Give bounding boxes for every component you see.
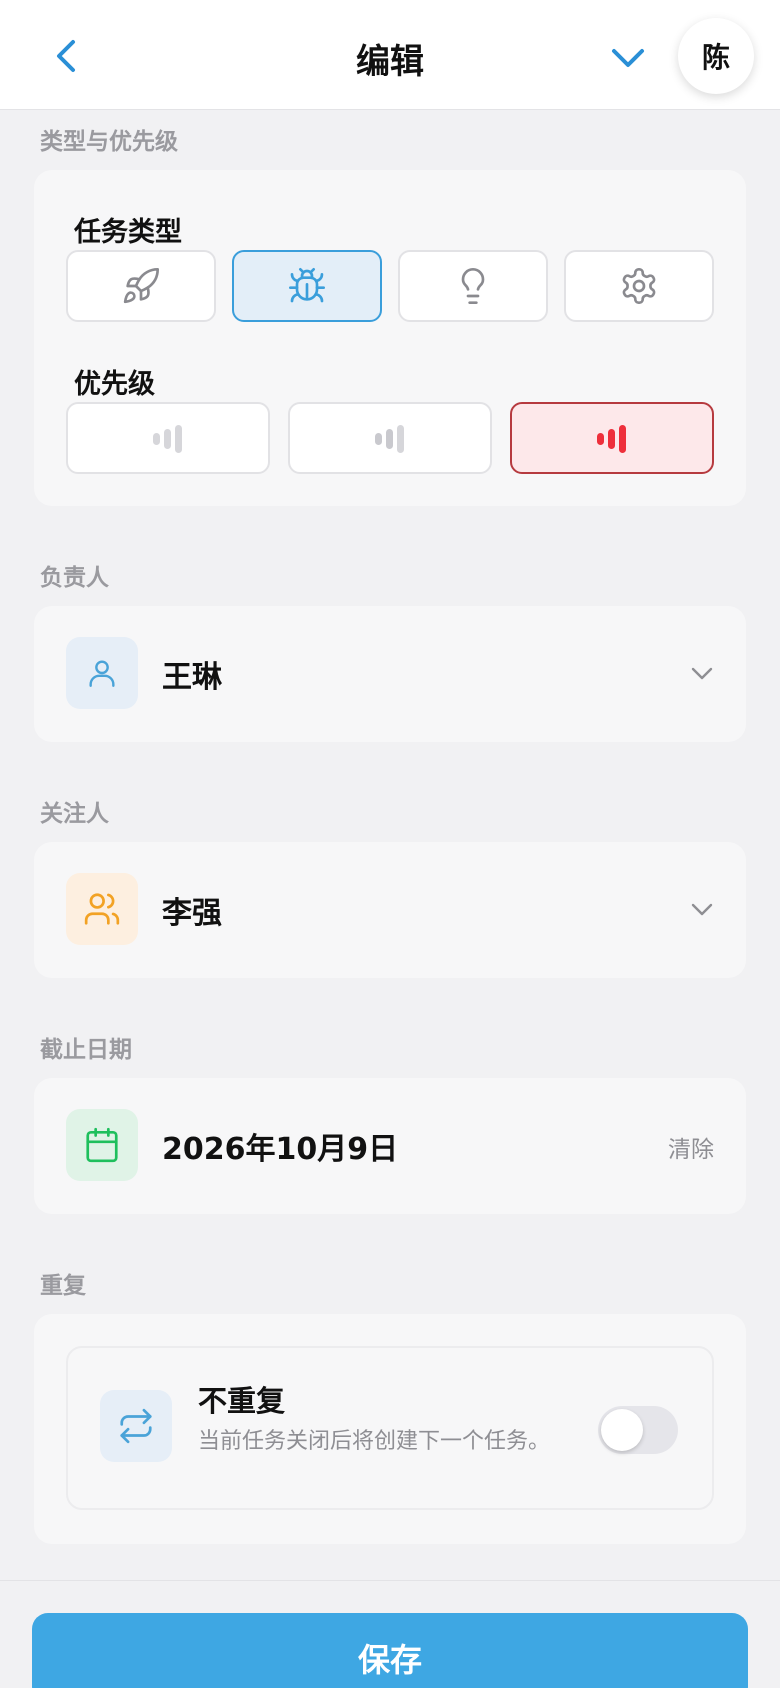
due-date-value: 2026年10月9日 [162, 1132, 399, 1167]
assignee-name: 王琳 [162, 660, 222, 695]
repeat-description: 当前任务关闭后将创建下一个任务。 [198, 1429, 551, 1454]
due-date-field[interactable]: 2026年10月9日 清除 [34, 1078, 746, 1214]
repeat-option: 不重复 当前任务关闭后将创建下一个任务。 [66, 1346, 714, 1510]
priority-low-icon [153, 425, 182, 453]
save-button[interactable]: 保存 [32, 1613, 748, 1688]
user-avatar[interactable]: 陈 [678, 18, 754, 94]
watcher-field[interactable]: 李强 [34, 842, 746, 978]
watcher-dropdown-chevron [688, 896, 716, 924]
section-label-assignee: 负责人 [40, 565, 109, 591]
user-icon [89, 660, 115, 687]
repeat-icon [120, 1408, 152, 1444]
users-icon [84, 893, 120, 925]
watcher-icon-box [66, 873, 138, 945]
section-label-watcher: 关注人 [40, 801, 109, 827]
bug-icon [289, 268, 325, 303]
priority-option-high[interactable] [510, 402, 714, 474]
task-type-option-rocket[interactable] [66, 250, 216, 322]
priority-medium-icon [375, 425, 404, 453]
task-type-label: 任务类型 [74, 217, 182, 248]
chevron-down-icon [691, 903, 713, 916]
section-label-type-priority: 类型与优先级 [40, 129, 178, 155]
priority-high-icon [597, 425, 626, 453]
gear-icon [622, 268, 656, 304]
page-title: 编辑 [356, 42, 424, 82]
repeat-icon-box [100, 1390, 172, 1462]
section-label-repeat: 重复 [40, 1273, 86, 1299]
assignee-field[interactable]: 王琳 [34, 606, 746, 742]
toggle-knob [601, 1409, 643, 1451]
due-date-icon-box [66, 1109, 138, 1181]
repeat-card: 不重复 当前任务关闭后将创建下一个任务。 [34, 1314, 746, 1544]
rocket-icon [123, 267, 160, 304]
collapse-button[interactable] [606, 36, 650, 80]
task-type-option-settings[interactable] [564, 250, 714, 322]
task-type-option-bug[interactable] [232, 250, 382, 322]
priority-label: 优先级 [74, 369, 155, 400]
assignee-dropdown-chevron [688, 660, 716, 688]
footer-bar: 保存 [0, 1580, 780, 1688]
clear-date-button[interactable]: 清除 [668, 1130, 714, 1164]
chevron-down-icon [612, 49, 644, 67]
repeat-title: 不重复 [198, 1384, 286, 1418]
chevron-down-icon [691, 667, 713, 680]
calendar-icon [86, 1127, 118, 1163]
watcher-name: 李强 [162, 896, 222, 931]
task-type-option-idea[interactable] [398, 250, 548, 322]
section-label-due-date: 截止日期 [40, 1037, 132, 1063]
repeat-toggle[interactable] [598, 1406, 678, 1454]
type-priority-card: 任务类型 优先级 [34, 170, 746, 506]
assignee-icon-box [66, 637, 138, 709]
top-bar: 编辑 陈 [0, 0, 780, 110]
priority-option-low[interactable] [66, 402, 270, 474]
lightbulb-icon [461, 268, 485, 304]
priority-option-medium[interactable] [288, 402, 492, 474]
